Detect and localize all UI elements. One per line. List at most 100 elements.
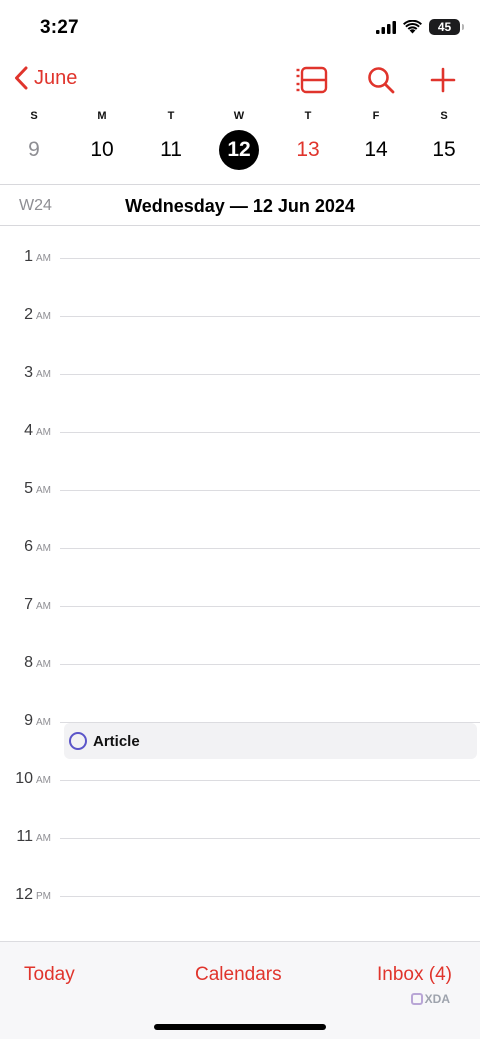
hour-gridline: [60, 548, 480, 549]
hour-number: 7: [24, 596, 33, 613]
hour-row: 8 AM: [0, 654, 480, 722]
hour-ampm: AM: [36, 659, 51, 670]
day-letter: T: [167, 110, 175, 122]
day-number: 10: [90, 138, 114, 161]
hour-ampm: AM: [36, 253, 51, 264]
hour-number: 4: [24, 422, 33, 439]
hour-label: 5 AM: [0, 480, 53, 498]
hour-ampm: AM: [36, 717, 51, 728]
day-number: 14: [364, 138, 388, 161]
hour-label: 10 AM: [0, 770, 53, 788]
day-letter: M: [97, 110, 107, 122]
battery-level: 45: [437, 20, 452, 34]
hour-label: 2 AM: [0, 306, 53, 324]
battery-cap: [462, 24, 464, 30]
back-button[interactable]: June: [14, 66, 77, 90]
hour-ampm: AM: [36, 369, 51, 380]
hour-number: 1: [24, 248, 33, 265]
hour-label: 6 AM: [0, 538, 53, 556]
hour-row: 4 AM: [0, 422, 480, 490]
hour-row: 2 AM: [0, 306, 480, 374]
hour-gridline: [60, 664, 480, 665]
inbox-button[interactable]: Inbox (4): [377, 964, 452, 986]
event-title: Article: [93, 732, 140, 750]
hour-gridline: [60, 258, 480, 259]
hour-label: 3 AM: [0, 364, 53, 382]
hour-ampm: PM: [36, 891, 51, 902]
hour-ampm: AM: [36, 775, 51, 786]
day-number: 9: [28, 138, 40, 161]
hour-label: 1 AM: [0, 248, 53, 266]
day-letter: T: [304, 110, 312, 122]
hour-number: 11: [16, 828, 33, 845]
hour-row: 3 AM: [0, 364, 480, 432]
nav-bar: June: [0, 58, 480, 106]
hour-row: 1 AM: [0, 248, 480, 316]
status-bar: 3:27 45: [0, 0, 480, 58]
day-letter: S: [30, 110, 38, 122]
xda-watermark: XDA: [410, 992, 450, 1006]
hour-gridline: [60, 606, 480, 607]
hour-number: 2: [24, 306, 33, 323]
hour-gridline: [60, 490, 480, 491]
hour-number: 8: [24, 654, 33, 671]
bottom-toolbar: Today Calendars Inbox (4) XDA: [0, 941, 480, 1039]
hour-label: 7 AM: [0, 596, 53, 614]
hour-label: 12 PM: [0, 886, 53, 904]
today-button[interactable]: Today: [24, 964, 75, 986]
hour-ampm: AM: [36, 833, 51, 844]
day-letter: S: [440, 110, 448, 122]
day-letter: W: [233, 110, 245, 122]
week-strip: S 9 M 10 T 11 W 12 T 13 F 14 S 15: [0, 108, 480, 184]
battery-icon: 45: [429, 19, 464, 35]
hour-ampm: AM: [36, 311, 51, 322]
status-icons: 45: [376, 19, 464, 35]
hour-ampm: AM: [36, 427, 51, 438]
day-timeline[interactable]: 1 AM 2 AM 3 AM 4 AM 5 AM 6 AM 7 AM 8 AM 9 AM 10 AM…: [0, 226, 480, 940]
date-header: W24 Wednesday — 12 Jun 2024: [0, 184, 480, 226]
hour-gridline: [60, 374, 480, 375]
cellular-signal-icon: [376, 20, 396, 34]
day-letter: F: [372, 110, 380, 122]
hour-number: 12: [15, 886, 33, 903]
hour-number: 5: [24, 480, 33, 497]
hour-gridline: [60, 316, 480, 317]
day-number: 11: [160, 138, 182, 161]
hour-label: 8 AM: [0, 654, 53, 672]
selected-date-title: Wednesday — 12 Jun 2024: [125, 196, 355, 216]
hour-row: 10 AM: [0, 770, 480, 838]
day-number: 15: [432, 138, 456, 161]
hour-number: 3: [24, 364, 33, 381]
hour-gridline: [60, 780, 480, 781]
watermark-text: XDA: [424, 992, 450, 1006]
hour-gridline: [60, 896, 480, 897]
reminder-circle-icon[interactable]: [69, 732, 87, 750]
home-indicator[interactable]: [154, 1024, 326, 1030]
hour-label: 9 AM: [0, 712, 53, 730]
day-number-selected: 12: [219, 130, 259, 170]
hour-number: 6: [24, 538, 33, 555]
hour-ampm: AM: [36, 543, 51, 554]
hour-gridline: [60, 432, 480, 433]
hour-number: 9: [24, 712, 33, 729]
hour-row: 7 AM: [0, 596, 480, 664]
hour-row: 6 AM: [0, 538, 480, 606]
chevron-left-icon: [15, 66, 28, 90]
hour-label: 4 AM: [0, 422, 53, 440]
list-view-icon[interactable]: [296, 66, 328, 94]
hour-gridline: [60, 838, 480, 839]
hour-row: 5 AM: [0, 480, 480, 548]
event-article[interactable]: Article: [64, 723, 477, 759]
hour-ampm: AM: [36, 485, 51, 496]
hour-row: 11 AM: [0, 828, 480, 896]
wifi-icon: [403, 20, 422, 34]
hour-number: 10: [15, 770, 33, 787]
hour-ampm: AM: [36, 601, 51, 612]
back-label: June: [34, 66, 78, 89]
search-icon[interactable]: [367, 66, 395, 94]
status-time: 3:27: [40, 17, 79, 38]
add-event-icon[interactable]: [430, 66, 456, 94]
hour-label: 11 AM: [0, 828, 53, 846]
xda-logo-icon: [410, 993, 423, 1005]
calendars-button[interactable]: Calendars: [195, 964, 282, 986]
